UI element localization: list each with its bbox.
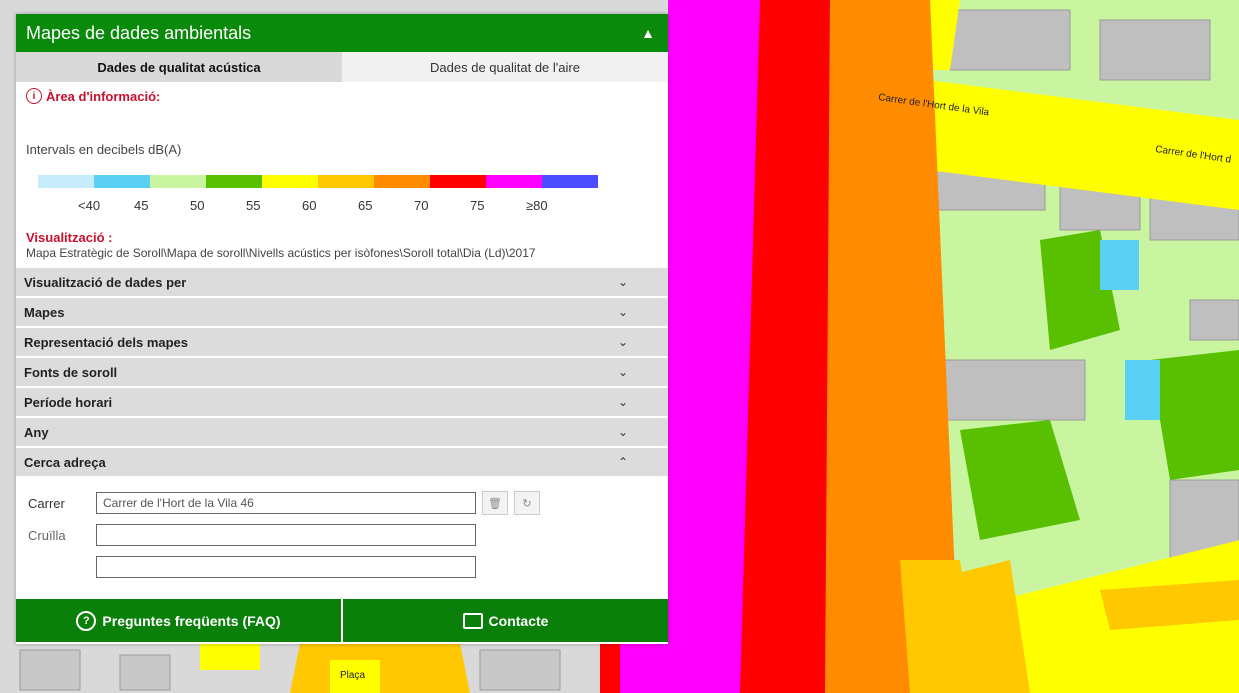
chevron-down-icon: ⌄: [617, 305, 628, 319]
scale-label: 50: [190, 198, 205, 213]
tab-bar: Dades de qualitat acústica Dades de qual…: [16, 52, 668, 82]
accordion-item[interactable]: Representació dels mapes ⌄: [16, 328, 668, 358]
info-area-heading: i Àrea d'informació:: [16, 82, 668, 106]
scale-swatch: [262, 175, 318, 188]
panel-footer: ? Preguntes freqüents (FAQ) Contacte: [16, 599, 668, 642]
decibel-color-scale: [38, 175, 598, 188]
scale-swatch: [150, 175, 206, 188]
accordion-label: Fonts de soroll: [24, 364, 118, 380]
chevron-down-icon: ⌄: [617, 275, 628, 289]
accordion-item[interactable]: Mapes ⌄: [16, 298, 668, 328]
scale-swatch: [486, 175, 542, 188]
scale-label: <40: [78, 198, 101, 213]
visualization-label: Visualització :: [26, 230, 113, 245]
contact-button[interactable]: Contacte: [343, 599, 668, 642]
tab-air-quality[interactable]: Dades de qualitat de l'aire: [342, 52, 668, 82]
chevron-up-icon: ⌃: [617, 455, 628, 469]
chevron-up-icon[interactable]: ▲: [638, 25, 658, 41]
visualization-path: Mapa Estratègic de Soroll\Mapa de soroll…: [26, 246, 536, 260]
accordion-item[interactable]: Any ⌄: [16, 418, 668, 448]
scale-swatch: [94, 175, 150, 188]
street-input[interactable]: [96, 492, 476, 514]
scale-label: 75: [470, 198, 485, 213]
info-area-label: Àrea d'informació:: [46, 88, 161, 104]
scale-swatch: [430, 175, 486, 188]
accordion-item[interactable]: Fonts de soroll ⌄: [16, 358, 668, 388]
accordion-item[interactable]: Cerca adreça ⌃: [16, 448, 668, 478]
panel-header[interactable]: Mapes de dades ambientals ▲: [16, 14, 668, 52]
accordion-item[interactable]: Visualització de dades per ⌄: [16, 268, 668, 298]
scale-label: 60: [302, 198, 317, 213]
chevron-down-icon: ⌄: [617, 335, 628, 349]
accordion-item[interactable]: Període horari ⌄: [16, 388, 668, 418]
accordion-label: Any: [24, 424, 49, 440]
scale-swatch: [38, 175, 94, 188]
chevron-down-icon: ⌄: [617, 365, 628, 379]
accordion-label: Visualització de dades per: [24, 274, 187, 290]
address-search-form: Carrer 🗑 ↻ Cruïlla: [16, 488, 668, 582]
environmental-data-panel: Mapes de dades ambientals ▲ Dades de qua…: [16, 14, 668, 644]
info-icon: i: [26, 88, 42, 104]
accordion-label: Període horari: [24, 394, 113, 410]
scale-swatch: [318, 175, 374, 188]
scale-swatch: [206, 175, 262, 188]
chat-icon: [462, 612, 483, 629]
trash-icon[interactable]: 🗑: [482, 491, 508, 515]
contact-label: Contacte: [488, 612, 549, 629]
scale-label: 45: [134, 198, 149, 213]
scale-label: 55: [246, 198, 261, 213]
options-accordion: Visualització de dades per ⌄ Mapes ⌄ Represe…: [16, 268, 668, 478]
faq-label: Preguntes freqüents (FAQ): [102, 612, 281, 629]
refresh-icon[interactable]: ↻: [514, 491, 540, 515]
chevron-down-icon: ⌄: [617, 425, 628, 439]
crossing-second-input[interactable]: [96, 556, 476, 578]
chevron-down-icon: ⌄: [617, 395, 628, 409]
street-label-placa: Plaça: [340, 670, 365, 681]
scale-label: 70: [414, 198, 429, 213]
faq-button[interactable]: ? Preguntes freqüents (FAQ): [16, 599, 341, 642]
accordion-label: Cerca adreça: [24, 454, 106, 470]
crossing-input[interactable]: [96, 524, 476, 546]
scale-label: ≥80: [526, 198, 548, 213]
crossing-field-label: Cruïlla: [28, 527, 66, 543]
scale-swatch: [542, 175, 598, 188]
street-field-label: Carrer: [28, 495, 65, 511]
accordion-label: Mapes: [24, 304, 65, 320]
visualization-info: Visualització : Mapa Estratègic de Sorol…: [16, 230, 668, 260]
scale-swatch: [374, 175, 430, 188]
tab-acoustic-quality[interactable]: Dades de qualitat acústica: [16, 52, 342, 82]
panel-title: Mapes de dades ambientals: [26, 22, 252, 43]
question-icon: ?: [76, 610, 97, 631]
scale-label: 65: [358, 198, 373, 213]
intervals-label: Intervals en decibels dB(A): [26, 142, 182, 157]
decibel-scale-labels: <40 45 50 55 60 65 70 75 ≥80: [16, 198, 668, 216]
accordion-label: Representació dels mapes: [24, 334, 189, 350]
